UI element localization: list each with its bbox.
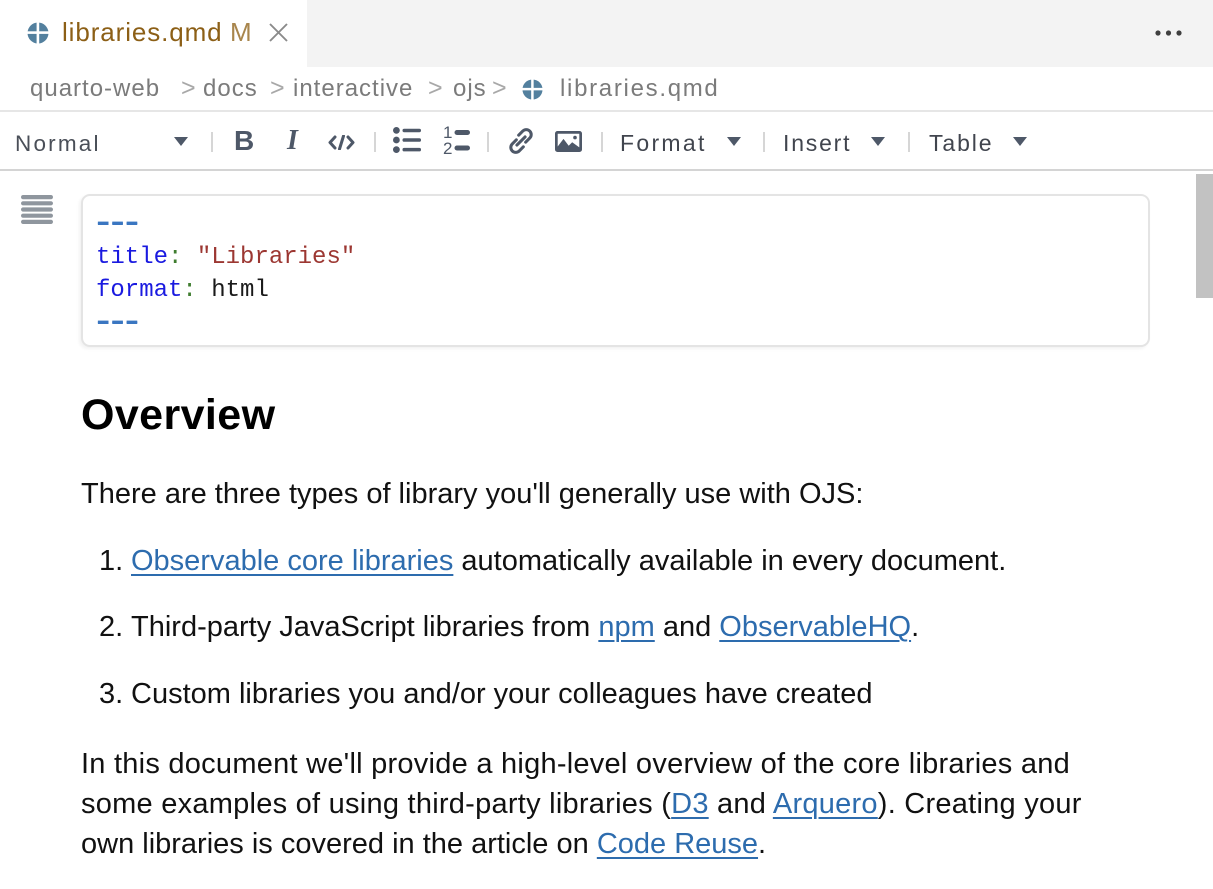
svg-text:2: 2	[443, 139, 452, 155]
